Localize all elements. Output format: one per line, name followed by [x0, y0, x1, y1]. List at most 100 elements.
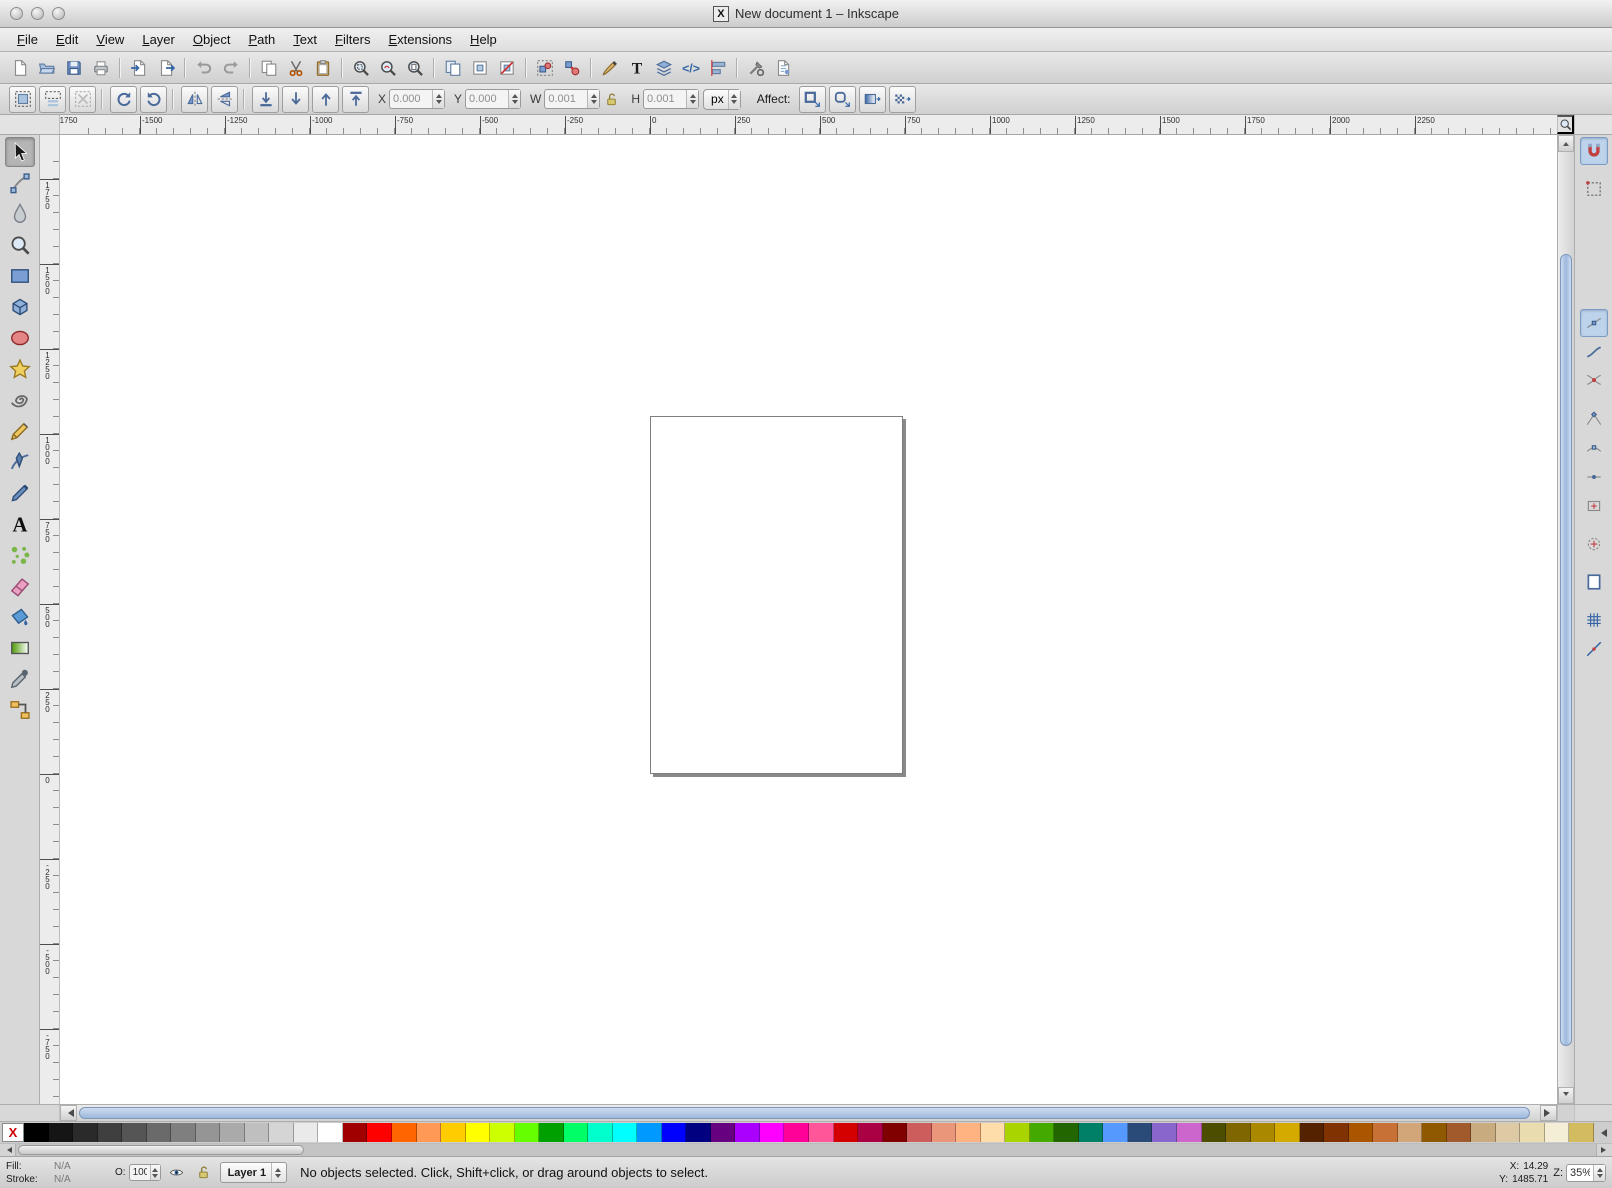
vertical-scroll-track[interactable]	[1558, 152, 1574, 1087]
unit-selector[interactable]: px	[703, 89, 741, 110]
color-swatch[interactable]	[515, 1123, 540, 1142]
color-swatch[interactable]	[613, 1123, 638, 1142]
copy-button[interactable]	[255, 54, 282, 81]
snap-midpoints-button[interactable]	[1580, 463, 1608, 491]
redo-button[interactable]	[217, 54, 244, 81]
h-field[interactable]	[644, 93, 686, 105]
unit-stepper[interactable]	[728, 90, 740, 109]
zoom-stepper[interactable]	[1593, 1165, 1605, 1181]
xml-editor-button[interactable]: </>	[677, 54, 704, 81]
undo-button[interactable]	[190, 54, 217, 81]
color-swatch[interactable]	[1005, 1123, 1030, 1142]
opacity-stepper[interactable]	[150, 1165, 160, 1180]
rotate-cw-button[interactable]	[140, 86, 167, 113]
color-swatch[interactable]	[1226, 1123, 1251, 1142]
paste-button[interactable]	[309, 54, 336, 81]
color-swatch[interactable]	[1324, 1123, 1349, 1142]
palette-scroll-track[interactable]	[15, 1144, 1597, 1156]
color-swatch[interactable]	[711, 1123, 736, 1142]
star-button[interactable]	[5, 354, 35, 384]
color-swatch[interactable]	[1152, 1123, 1177, 1142]
lock-ratio-button[interactable]	[600, 88, 622, 110]
color-swatch[interactable]	[1177, 1123, 1202, 1142]
text-font-dialog-button[interactable]: T	[623, 54, 650, 81]
menu-file[interactable]: File	[8, 30, 47, 49]
menu-text[interactable]: Text	[284, 30, 326, 49]
color-swatch[interactable]	[1545, 1123, 1570, 1142]
lower-to-bottom-button[interactable]	[252, 86, 279, 113]
layer-selector[interactable]: Layer 1	[220, 1162, 288, 1183]
eraser-button[interactable]	[5, 571, 35, 601]
box-3d-button[interactable]	[5, 292, 35, 322]
color-swatch[interactable]	[1275, 1123, 1300, 1142]
unlink-clone-button[interactable]	[493, 54, 520, 81]
horizontal-scroll-thumb[interactable]	[79, 1107, 1530, 1119]
color-swatch[interactable]	[1471, 1123, 1496, 1142]
vertical-scrollbar[interactable]	[1557, 135, 1574, 1104]
color-swatch[interactable]	[662, 1123, 687, 1142]
snap-enable-button[interactable]	[1580, 137, 1608, 165]
color-swatch[interactable]	[171, 1123, 196, 1142]
move-patterns-button[interactable]	[889, 86, 916, 113]
color-swatch[interactable]	[73, 1123, 98, 1142]
snap-object-centers-button[interactable]	[1580, 492, 1608, 520]
color-swatch[interactable]	[588, 1123, 613, 1142]
menu-view[interactable]: View	[87, 30, 133, 49]
scroll-right-button[interactable]	[1540, 1105, 1557, 1121]
new-document-button[interactable]	[6, 54, 33, 81]
y-stepper[interactable]	[508, 90, 520, 108]
horizontal-scrollbar[interactable]	[60, 1105, 1557, 1121]
deselect-button[interactable]	[69, 86, 96, 113]
palette-scroll-right-button[interactable]	[1597, 1144, 1612, 1156]
palette-scroll-left-button[interactable]	[0, 1144, 15, 1156]
flip-vertical-button[interactable]	[211, 86, 238, 113]
color-swatch[interactable]	[122, 1123, 147, 1142]
h-stepper[interactable]	[686, 90, 698, 108]
canvas[interactable]	[60, 135, 1557, 1104]
rectangle-button[interactable]	[5, 261, 35, 291]
layer-stepper[interactable]	[271, 1163, 283, 1182]
fill-stroke-indicator[interactable]: Fill:N/A Stroke:N/A	[6, 1160, 110, 1186]
bucket-fill-button[interactable]	[5, 602, 35, 632]
zoom-field[interactable]	[1567, 1167, 1593, 1179]
gradient-button[interactable]	[5, 633, 35, 663]
zoom-drawing-button[interactable]	[374, 54, 401, 81]
export-document-button[interactable]	[152, 54, 179, 81]
maximize-button[interactable]	[52, 7, 65, 20]
color-swatch[interactable]	[932, 1123, 957, 1142]
x-stepper[interactable]	[432, 90, 444, 108]
align-distribute-button[interactable]	[704, 54, 731, 81]
snap-smooth-nodes-button[interactable]	[1580, 434, 1608, 462]
vertical-scroll-thumb[interactable]	[1560, 254, 1572, 1046]
ungroup-objects-button[interactable]	[558, 54, 585, 81]
zoom-selection-button[interactable]	[347, 54, 374, 81]
scroll-left-button[interactable]	[60, 1105, 77, 1121]
zoom-button[interactable]	[5, 230, 35, 260]
scroll-down-button[interactable]	[1558, 1087, 1574, 1104]
lower-button[interactable]	[282, 86, 309, 113]
color-swatch[interactable]	[220, 1123, 245, 1142]
color-swatch[interactable]	[269, 1123, 294, 1142]
menu-edit[interactable]: Edit	[47, 30, 87, 49]
dropper-button[interactable]	[5, 664, 35, 694]
color-swatch[interactable]	[1128, 1123, 1153, 1142]
raise-button[interactable]	[312, 86, 339, 113]
color-swatch[interactable]	[367, 1123, 392, 1142]
select-all-button[interactable]	[9, 86, 36, 113]
color-swatch[interactable]	[343, 1123, 368, 1142]
color-swatch[interactable]	[1054, 1123, 1079, 1142]
document-properties-button[interactable]	[769, 54, 796, 81]
color-swatch[interactable]	[1496, 1123, 1521, 1142]
ellipse-button[interactable]	[5, 323, 35, 353]
horizontal-scroll-track[interactable]	[77, 1105, 1540, 1121]
color-swatch[interactable]	[1251, 1123, 1276, 1142]
color-swatch[interactable]	[49, 1123, 74, 1142]
bezier-button[interactable]	[5, 447, 35, 477]
palette-scroll-thumb[interactable]	[18, 1145, 304, 1155]
cut-button[interactable]	[282, 54, 309, 81]
color-swatch[interactable]	[147, 1123, 172, 1142]
select-all-layers-button[interactable]	[39, 86, 66, 113]
spiral-button[interactable]	[5, 385, 35, 415]
print-document-button[interactable]	[87, 54, 114, 81]
text-button[interactable]: A	[5, 509, 35, 539]
